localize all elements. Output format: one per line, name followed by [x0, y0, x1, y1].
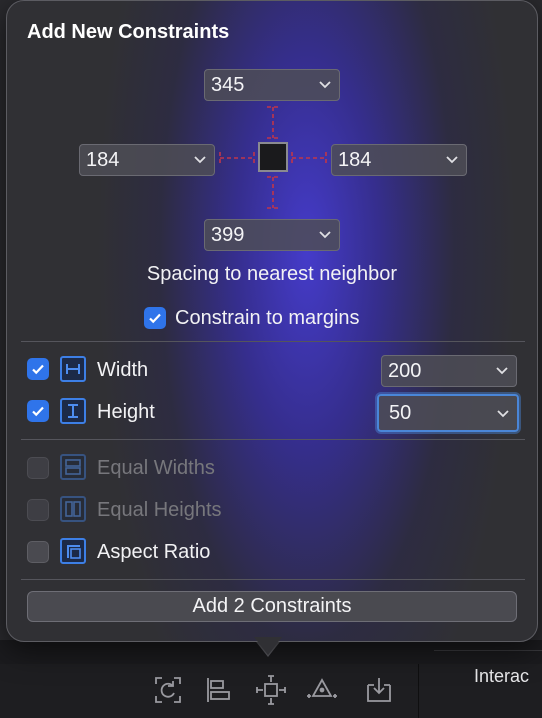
add-constraints-button[interactable]: Add 2 Constraints: [27, 591, 517, 622]
chevron-down-icon: [446, 156, 458, 164]
height-value: 50: [389, 402, 412, 424]
bottom-spacing-select[interactable]: 399: [204, 219, 340, 251]
equal-heights-checkbox[interactable]: [27, 499, 49, 521]
right-spacing-value: 184: [338, 149, 372, 171]
chevron-down-icon: [496, 367, 508, 375]
height-value-select[interactable]: 50: [377, 394, 519, 432]
checkmark-icon: [32, 364, 44, 375]
constrain-to-margins-checkbox[interactable]: [144, 307, 166, 329]
update-frames-icon[interactable]: [150, 672, 186, 708]
bottom-constraint-line: [267, 176, 279, 209]
separator: [21, 579, 525, 580]
align-icon[interactable]: [200, 672, 236, 708]
equal-heights-label: Equal Heights: [97, 499, 222, 521]
chevron-down-icon: [194, 156, 206, 164]
aspect-ratio-checkbox[interactable]: [27, 541, 49, 563]
aspect-ratio-icon: [60, 538, 86, 564]
selected-view-box: [258, 142, 288, 172]
aspect-ratio-label: Aspect Ratio: [97, 541, 211, 563]
separator: [21, 341, 525, 342]
embed-in-icon[interactable]: [361, 672, 397, 708]
checkmark-icon: [149, 313, 161, 324]
height-checkbox[interactable]: [27, 400, 49, 422]
top-constraint-line: [267, 106, 279, 139]
right-constraint-line: [291, 152, 327, 164]
equal-widths-icon: [60, 454, 86, 480]
left-spacing-value: 184: [86, 149, 120, 171]
resolve-issues-icon[interactable]: [304, 672, 340, 708]
checkmark-icon: [32, 406, 44, 417]
bottom-spacing-value: 399: [211, 224, 245, 246]
width-label: Width: [97, 359, 149, 381]
chevron-down-icon: [319, 81, 331, 89]
height-label: Height: [97, 401, 155, 423]
width-checkbox[interactable]: [27, 358, 49, 380]
popover-title: Add New Constraints: [27, 21, 230, 43]
add-constraints-popover: Add New Constraints 345 184 184 399 Spac…: [6, 0, 538, 642]
equal-widths-checkbox[interactable]: [27, 457, 49, 479]
width-value: 200: [388, 360, 422, 382]
inspector-section-label: Interac: [474, 666, 530, 686]
separator: [21, 439, 525, 440]
top-spacing-select[interactable]: 345: [204, 69, 340, 101]
top-spacing-value: 345: [211, 74, 245, 96]
left-spacing-select[interactable]: 184: [79, 144, 215, 176]
chevron-down-icon: [319, 231, 331, 239]
right-spacing-select[interactable]: 184: [331, 144, 467, 176]
add-constraints-icon[interactable]: [253, 672, 289, 708]
inspector-divider: [434, 650, 542, 651]
width-constraint-icon: [60, 356, 86, 382]
width-value-select[interactable]: 200: [381, 355, 517, 387]
left-constraint-line: [219, 152, 255, 164]
toolbar-divider: [418, 664, 419, 718]
equal-widths-label: Equal Widths: [97, 457, 215, 479]
chevron-down-icon: [497, 410, 509, 418]
spacing-label: Spacing to nearest neighbor: [146, 263, 398, 285]
constrain-to-margins-label: Constrain to margins: [175, 307, 360, 329]
height-constraint-icon: [60, 398, 86, 424]
popover-arrow: [254, 637, 282, 655]
equal-heights-icon: [60, 496, 86, 522]
